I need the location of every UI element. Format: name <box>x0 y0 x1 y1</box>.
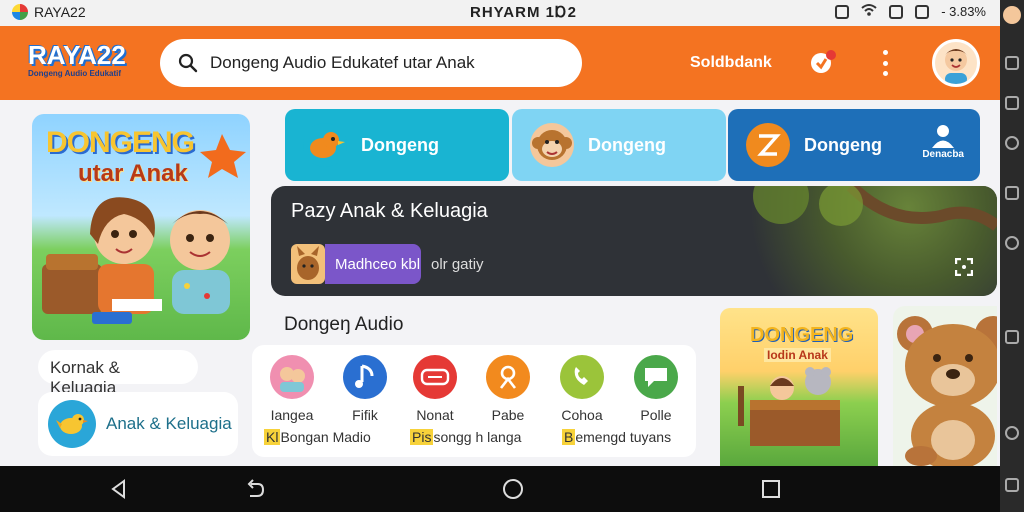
app-item[interactable]: Fifik <box>335 355 395 423</box>
back-arrow-icon[interactable] <box>1005 478 1019 492</box>
player-chip[interactable]: Madhceo kbl <box>325 244 421 284</box>
screenshot-icon <box>889 4 904 19</box>
pin-icon <box>486 355 530 399</box>
navigation-bar <box>0 466 1000 512</box>
audio-category-panel: Iangea Fifik Nonat Pabe Cohoa Polle Kl B… <box>252 345 696 457</box>
user-icon <box>932 125 955 148</box>
app-logo-icon <box>12 4 28 20</box>
notification-icon[interactable] <box>808 48 838 78</box>
player-title: Pazy Anak & Keluagia <box>291 200 488 222</box>
status-icons: - 3.83% <box>835 3 986 20</box>
app-subtitle: Bemengd tuyans <box>562 429 672 445</box>
share-icon[interactable] <box>1005 56 1019 70</box>
app-screen: RAYA22 RHYARM 1Ɒ2 - 3.83% RAYA22 Dongeng… <box>0 0 1000 466</box>
brand-logo[interactable]: RAYA22 Dongeng Audio Edukatif <box>28 40 126 78</box>
wifi-icon <box>861 3 877 20</box>
app-item[interactable]: Iangea <box>262 355 322 423</box>
avatar[interactable] <box>932 39 980 87</box>
app-item[interactable]: Cohoa <box>552 355 612 423</box>
more-menu-icon[interactable] <box>878 50 892 76</box>
featured-book-card[interactable]: DONGENG utar Anak <box>32 114 250 340</box>
app-header: RAYA22 Dongeng Audio Edukatif Soldbdank <box>0 26 1000 100</box>
bird-icon <box>303 123 347 167</box>
return-icon[interactable] <box>244 478 266 500</box>
story-card[interactable]: DONGENG Iodin Anak <box>720 308 878 466</box>
link-icon[interactable] <box>1005 96 1019 110</box>
app-item-label: Iangea <box>270 407 314 423</box>
battery-text: - 3.83% <box>941 4 986 19</box>
settings-icon[interactable] <box>1005 136 1019 150</box>
app-subtitle: Pis songg h langa <box>410 429 522 445</box>
app-item-label: Polle <box>640 407 672 423</box>
monkey-icon <box>530 123 574 167</box>
status-center-text: RHYARM 1Ɒ2 <box>470 4 578 21</box>
side-toolbar <box>1000 0 1024 512</box>
status-bar: RAYA22 RHYARM 1Ɒ2 - 3.83% <box>0 0 1000 26</box>
app-item[interactable]: Pabe <box>478 355 538 423</box>
radio-icon <box>413 355 457 399</box>
category-tile[interactable]: Dongeng Denacba <box>728 109 980 181</box>
app-item-label: Nonat <box>416 407 454 423</box>
bear-card[interactable] <box>893 306 997 466</box>
expand-icon[interactable] <box>954 257 974 277</box>
sidebar-item-label: Anak & Keluagia <box>106 414 232 433</box>
status-app-name: RAYA22 <box>34 4 86 20</box>
sidebar-label: Kornak & Keluagia <box>38 350 198 397</box>
phone-icon <box>560 355 604 399</box>
recents-icon[interactable] <box>760 478 782 500</box>
search-icon <box>178 53 198 73</box>
location-icon[interactable] <box>1005 426 1019 440</box>
cast-icon <box>835 4 850 19</box>
rotate-icon[interactable] <box>1005 186 1019 200</box>
category-tile[interactable]: Dongeng <box>512 109 726 181</box>
category-extra[interactable]: Denacba <box>922 123 964 160</box>
search-bar[interactable] <box>160 39 582 87</box>
section-title: Dongeŋ Audio <box>284 314 404 335</box>
kids-icon <box>270 355 314 399</box>
app-item-label: Cohoa <box>561 407 603 423</box>
category-label: Dongeng <box>588 134 666 155</box>
category-extra-label: Denacba <box>922 149 964 160</box>
power-icon[interactable] <box>1005 236 1019 250</box>
music-note-icon <box>343 355 387 399</box>
player-thumbnail[interactable] <box>291 244 325 284</box>
search-input[interactable] <box>210 53 570 73</box>
sidebar-item-family[interactable]: Anak & Keluagia <box>38 392 238 456</box>
chat-icon <box>634 355 678 399</box>
category-label: Dongeng <box>361 134 439 155</box>
category-label: Dongeng <box>804 134 882 155</box>
brand-subtitle: Dongeng Audio Edukatif <box>28 69 122 78</box>
app-item-label: Fifik <box>352 407 378 423</box>
app-item-label: Pabe <box>491 407 525 423</box>
player-subtitle: olr gatiy <box>431 256 484 273</box>
header-link[interactable]: Soldbdank <box>690 54 772 72</box>
status-app: RAYA22 <box>12 4 86 20</box>
camera-icon <box>915 4 930 19</box>
kids-box-illustration <box>738 367 840 446</box>
layout-icon[interactable] <box>1005 330 1019 344</box>
brand-title: RAYA22 <box>28 40 126 70</box>
app-avatar-icon[interactable] <box>1003 6 1021 24</box>
home-icon[interactable] <box>502 478 524 500</box>
tree-illustration <box>753 186 997 231</box>
bird-icon <box>48 400 96 448</box>
logo-z-icon <box>746 123 790 167</box>
now-playing-card[interactable]: Pazy Anak & Keluagia Madhceo kbl olr gat… <box>271 186 997 296</box>
category-tile[interactable]: Dongeng <box>285 109 509 181</box>
app-subtitle: Kl Bongan Madio <box>264 429 371 445</box>
kids-reading-illustration <box>42 134 246 324</box>
bear-illustration <box>897 316 997 466</box>
app-item[interactable]: Polle <box>626 355 686 423</box>
back-icon[interactable] <box>108 478 130 500</box>
app-item[interactable]: Nonat <box>405 355 465 423</box>
